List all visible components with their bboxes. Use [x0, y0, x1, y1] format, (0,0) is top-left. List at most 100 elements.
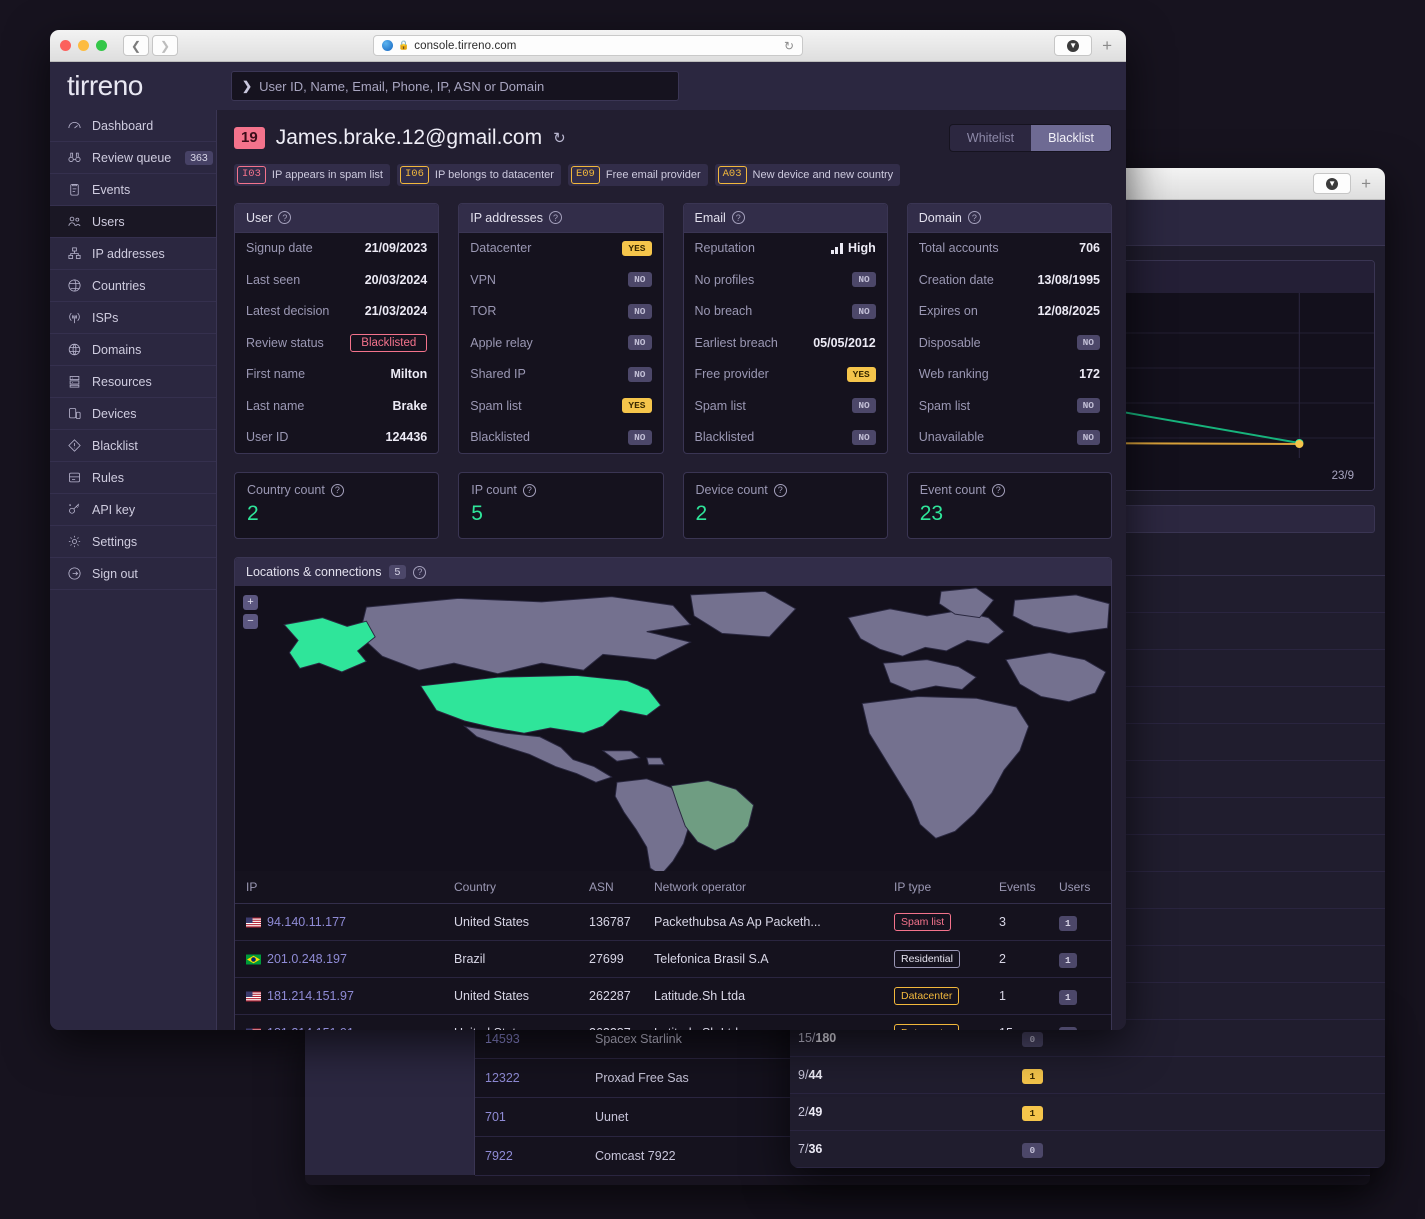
- sidebar-item-domains[interactable]: Domains: [50, 334, 216, 366]
- sidebar-item-sign-out[interactable]: Sign out: [50, 558, 216, 590]
- ips-fraction: 2/49: [798, 1105, 822, 1119]
- card-row-label: Blacklisted: [695, 430, 755, 444]
- sidebar-item-isps[interactable]: ISPs: [50, 302, 216, 334]
- main-browser-window[interactable]: ❮ ❯ 🔒 console.tirreno.com ↻ ▼ + tirreno …: [50, 30, 1126, 1030]
- cell-ip[interactable]: 181.214.151.97: [235, 978, 454, 1015]
- cell-ips: 9/44: [790, 1057, 1014, 1094]
- ip-link[interactable]: 181.214.151.97: [246, 989, 448, 1003]
- ip-link[interactable]: 181.214.151.91: [246, 1026, 448, 1030]
- sidebar-item-settings[interactable]: Settings: [50, 526, 216, 558]
- sidebar-item-resources[interactable]: Resources: [50, 366, 216, 398]
- sidebar-item-api-key[interactable]: API key: [50, 494, 216, 526]
- country-flag-icon: [246, 954, 261, 965]
- table-row[interactable]: 2/491: [790, 1094, 1385, 1131]
- download-button[interactable]: ▼: [1313, 173, 1351, 194]
- help-icon[interactable]: ?: [774, 484, 787, 497]
- asn-link[interactable]: 7922: [485, 1149, 513, 1163]
- network-icon: [67, 246, 82, 261]
- cell-ip[interactable]: 94.140.11.177: [235, 904, 454, 941]
- locations-column-ip[interactable]: IP: [235, 871, 454, 904]
- new-tab-button[interactable]: +: [1098, 36, 1116, 56]
- risk-tag-label: IP belongs to datacenter: [435, 169, 554, 181]
- new-tab-button[interactable]: +: [1357, 174, 1375, 194]
- sidebar-item-events[interactable]: Events: [50, 174, 216, 206]
- locations-column-ip-type[interactable]: IP type: [894, 871, 999, 904]
- sidebar-item-countries[interactable]: Countries: [50, 270, 216, 302]
- risk-tag[interactable]: I03IP appears in spam list: [234, 164, 390, 186]
- sidebar-item-blacklist[interactable]: Blacklist: [50, 430, 216, 462]
- table-row[interactable]: 201.0.248.197Brazil27699Telefonica Brasi…: [235, 941, 1111, 978]
- card-row-label: Expires on: [919, 304, 978, 318]
- app-logo[interactable]: tirreno: [64, 70, 231, 102]
- detail-cards: User?Signup date21/09/2023Last seen20/03…: [234, 203, 1112, 455]
- close-window-button[interactable]: [60, 40, 71, 51]
- locations-column-asn[interactable]: ASN: [589, 871, 654, 904]
- count-cards: Country count?2IP count?5Device count?2E…: [234, 472, 1112, 539]
- card-row-label: Blacklisted: [470, 430, 530, 444]
- address-bar[interactable]: 🔒 console.tirreno.com ↻: [373, 35, 803, 56]
- sidebar-item-ip-addresses[interactable]: IP addresses: [50, 238, 216, 270]
- locations-column-events[interactable]: Events: [999, 871, 1059, 904]
- blacklist-button[interactable]: Blacklist: [1031, 125, 1111, 151]
- help-icon[interactable]: ?: [278, 211, 291, 224]
- help-icon[interactable]: ?: [331, 484, 344, 497]
- ip-link[interactable]: 201.0.248.197: [246, 952, 448, 966]
- help-icon[interactable]: ?: [732, 211, 745, 224]
- locations-column-network-operator[interactable]: Network operator: [654, 871, 894, 904]
- sidebar-item-label: Dashboard: [92, 119, 153, 133]
- whitelist-button[interactable]: Whitelist: [950, 125, 1031, 151]
- window-controls[interactable]: [60, 40, 107, 51]
- nav-buttons[interactable]: ❮ ❯: [123, 35, 178, 56]
- table-row[interactable]: 9/441: [790, 1057, 1385, 1094]
- sidebar-item-devices[interactable]: Devices: [50, 398, 216, 430]
- whitelist-blacklist-toggle[interactable]: Whitelist Blacklist: [949, 124, 1112, 152]
- cell-asn[interactable]: 7922: [475, 1137, 585, 1176]
- sidebar-item-users[interactable]: Users: [50, 206, 216, 238]
- refresh-icon[interactable]: ↻: [553, 129, 566, 147]
- help-icon[interactable]: ?: [992, 484, 1005, 497]
- cell-asn[interactable]: 701: [475, 1098, 585, 1137]
- asn-link[interactable]: 14593: [485, 1032, 520, 1046]
- sidebar-item-dashboard[interactable]: Dashboard: [50, 110, 216, 142]
- forward-button[interactable]: ❯: [152, 35, 178, 56]
- map-zoom-controls[interactable]: + −: [243, 595, 258, 629]
- locations-title: Locations & connections: [246, 565, 382, 579]
- locations-header-row: IPCountryASNNetwork operatorIP typeEvent…: [235, 871, 1111, 904]
- sidebar-item-review-queue[interactable]: Review queue363: [50, 142, 216, 174]
- risk-tag[interactable]: I06IP belongs to datacenter: [397, 164, 561, 186]
- asn-link[interactable]: 701: [485, 1110, 506, 1124]
- country-flag-icon: [246, 991, 261, 1002]
- back-button[interactable]: ❮: [123, 35, 149, 56]
- help-icon[interactable]: ?: [523, 484, 536, 497]
- ip-link[interactable]: 94.140.11.177: [246, 915, 448, 929]
- cell-asn[interactable]: 12322: [475, 1059, 585, 1098]
- asn-link[interactable]: 12322: [485, 1071, 520, 1085]
- zoom-in-button[interactable]: +: [243, 595, 258, 610]
- table-row[interactable]: 181.214.151.97United States262287Latitud…: [235, 978, 1111, 1015]
- cell-ip[interactable]: 181.214.151.91: [235, 1015, 454, 1030]
- cell-ip[interactable]: 201.0.248.197: [235, 941, 454, 978]
- global-search-input[interactable]: ❯ User ID, Name, Email, Phone, IP, ASN o…: [231, 71, 679, 101]
- locations-column-country[interactable]: Country: [454, 871, 589, 904]
- table-row[interactable]: 94.140.11.177United States136787Packethu…: [235, 904, 1111, 941]
- table-row[interactable]: 181.214.151.91United States262287Latitud…: [235, 1015, 1111, 1030]
- minimize-window-button[interactable]: [78, 40, 89, 51]
- risk-tag[interactable]: E09Free email provider: [568, 164, 708, 186]
- risk-tag[interactable]: A03New device and new country: [715, 164, 901, 186]
- help-icon[interactable]: ?: [968, 211, 981, 224]
- reload-icon[interactable]: ↻: [784, 39, 794, 53]
- zoom-out-button[interactable]: −: [243, 614, 258, 629]
- help-icon[interactable]: ?: [549, 211, 562, 224]
- cell-operator: Latitude.Sh Ltda: [654, 978, 894, 1015]
- world-map[interactable]: + −: [235, 586, 1111, 871]
- ips-numerator: 15: [798, 1031, 812, 1045]
- warning-diamond-icon: [67, 438, 82, 453]
- download-button[interactable]: ▼: [1054, 35, 1092, 56]
- risk-tag-label: IP appears in spam list: [272, 169, 383, 181]
- locations-column-users[interactable]: Users: [1059, 871, 1111, 904]
- maximize-window-button[interactable]: [96, 40, 107, 51]
- sidebar-item-rules[interactable]: Rules: [50, 462, 216, 494]
- help-icon[interactable]: ?: [413, 566, 426, 579]
- table-row[interactable]: 7/360: [790, 1131, 1385, 1168]
- sidebar-item-label: Devices: [92, 407, 136, 421]
